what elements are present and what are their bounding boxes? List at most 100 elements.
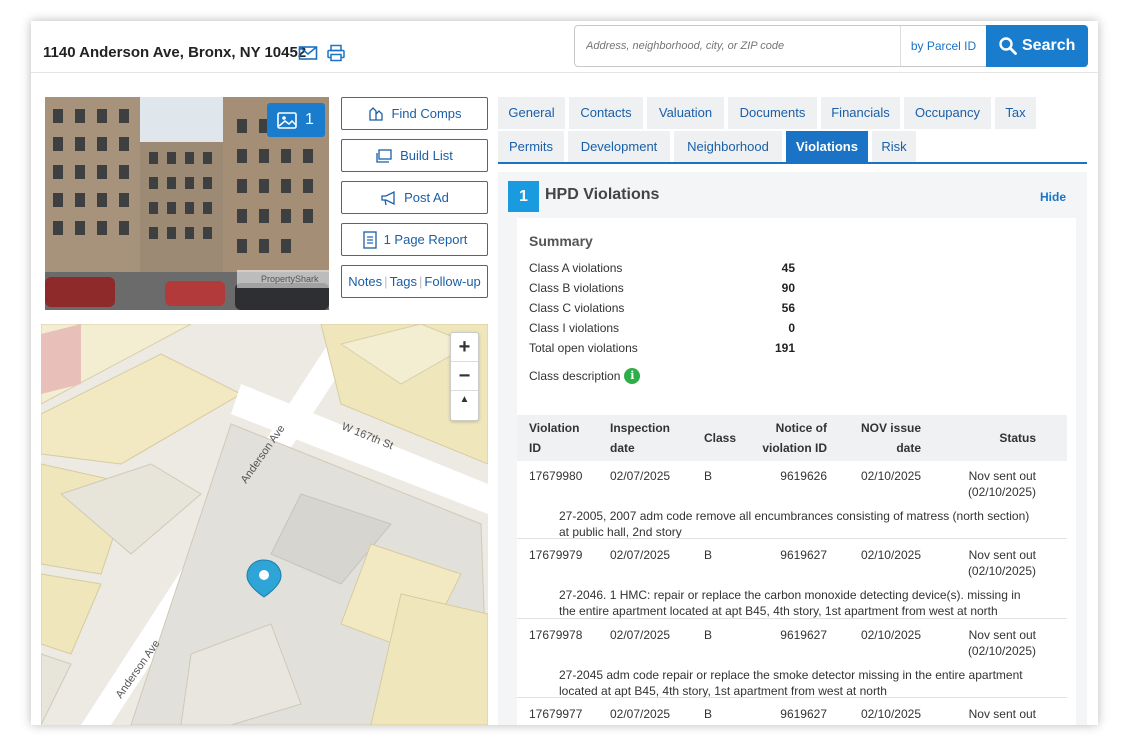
watermark-label: PropertyShark [261,274,319,284]
hpd-violations-panel: 1 HPD Violations Hide Summary Class A vi… [498,172,1087,725]
notice-id: 9619626 [780,469,827,483]
description-line: 27-2045 adm code repair or replace the s… [559,668,1023,682]
violation-class: B [704,548,713,562]
col-inspection-date: Inspection date [610,418,670,458]
violation-class: B [704,628,713,642]
search-bar: by Parcel ID Search [574,25,1088,67]
tab-general[interactable]: General [498,97,565,129]
nov-date: 02/10/2025 [860,469,921,483]
tab-underline [498,162,1087,164]
description-line: 27-2005, 2007 adm code remove all encumb… [559,509,1030,523]
notice-id: 9619627 [780,628,827,642]
nov-date: 02/10/2025 [860,707,921,721]
description-line: the entire apartment located at apt B45,… [559,604,998,618]
inspection-date: 02/07/2025 [610,548,671,562]
header-text: date [896,441,921,455]
violation-class: B [704,707,713,721]
violation-description: 27-2005, 2007 adm code remove all encumb… [559,508,1049,540]
photo-count-badge[interactable]: 1 [267,103,325,137]
col-class: Class [704,431,737,445]
violation-id: 17679980 [529,469,583,483]
class-description: Class description i [529,368,641,384]
tab-documents[interactable]: Documents [728,97,817,129]
tab-financials[interactable]: Financials [821,97,900,129]
zoom-out-button[interactable]: − [451,362,478,391]
header-text: NOV issue [860,421,921,435]
violation-class: B [704,469,713,483]
summary-value: 56 [781,301,795,315]
separator: | [419,274,423,289]
status-date: (02/10/2025) [967,644,1036,658]
table-header: Violation ID Inspection date Class Notic… [517,415,1067,461]
compass-icon[interactable]: ▲ [451,391,478,420]
summary-label: Class A violations [529,261,623,275]
header-text: ID [529,441,541,455]
status: Nov sent out (02/10/2025) [936,468,1036,500]
photo-count-value: 1 [305,111,314,128]
compare-icon [369,106,384,121]
summary-row: Class I violations 0 [529,321,795,339]
tab-neighborhood[interactable]: Neighborhood [674,131,782,163]
summary-label: Class B violations [529,281,624,295]
tab-occupancy[interactable]: Occupancy [904,97,991,129]
search-input[interactable] [575,26,900,66]
row-divider [517,618,1067,619]
printer-icon[interactable] [326,44,346,62]
summary-row: Class C violations 56 [529,301,795,319]
stack-icon [376,148,392,163]
photo-watermark: PropertyShark [237,270,329,288]
property-map[interactable]: Anderson Ave W 167th St Anderson Ave + −… [41,324,488,725]
tab-violations[interactable]: Violations [786,131,868,163]
violations-content: Summary Class A violations 45 Class B vi… [517,218,1076,725]
violation-description: 27-2045 adm code repair or replace the s… [559,667,1049,699]
tab-permits[interactable]: Permits [498,131,564,163]
summary-row: Class B violations 90 [529,281,795,299]
zoom-in-button[interactable]: + [451,333,478,362]
property-address: 1140 Anderson Ave, Bronx, NY 10452 [43,44,307,61]
search-button-label: Search [1022,37,1076,54]
section-title: HPD Violations [545,186,660,203]
find-comps-button[interactable]: Find Comps [341,97,488,130]
build-list-button[interactable]: Build List [341,139,488,172]
follow-up-link[interactable]: Follow-up [424,274,480,289]
tab-tax[interactable]: Tax [995,97,1036,129]
violation-id: 17679979 [529,548,583,562]
page-report-label: 1 Page Report [383,232,468,247]
notice-id: 9619627 [780,707,827,721]
info-icon[interactable]: i [624,368,641,384]
tags-link[interactable]: Tags [390,274,417,289]
summary-label: Class I violations [529,321,620,335]
notes-link[interactable]: Notes [348,274,382,289]
post-ad-button[interactable]: Post Ad [341,181,488,214]
photos-icon [277,112,297,129]
tab-development[interactable]: Development [568,131,670,163]
find-comps-label: Find Comps [391,106,462,121]
tab-contacts[interactable]: Contacts [569,97,643,129]
violation-id: 17679978 [529,628,583,642]
envelope-icon[interactable] [298,44,318,62]
app-window: 1140 Anderson Ave, Bronx, NY 10452 by Pa… [31,21,1098,725]
status-text: Nov sent out [968,628,1036,642]
page-report-button[interactable]: 1 Page Report [341,223,488,256]
status-text: Nov sent out [968,548,1036,562]
violation-description: 27-2046. 1 HMC: repair or replace the ca… [559,587,1049,619]
col-status: Status [999,431,1036,445]
summary-label: Total open violations [529,341,638,355]
search-button[interactable]: Search [986,25,1088,67]
map-canvas: Anderson Ave W 167th St Anderson Ave [41,324,488,725]
tab-risk[interactable]: Risk [872,131,916,163]
hide-section-link[interactable]: Hide [1040,190,1066,204]
summary-label: Class C violations [529,301,625,315]
summary-value: 191 [774,341,795,355]
notes-tags-followup-button[interactable]: Notes | Tags | Follow-up [341,265,488,298]
nov-date: 02/10/2025 [860,548,921,562]
status-text: Nov sent out [968,707,1036,721]
map-zoom-control: + − ▲ [450,332,479,421]
parcel-id-toggle[interactable]: by Parcel ID [900,26,986,66]
row-divider [517,538,1067,539]
inspection-date: 02/07/2025 [610,469,671,483]
section-number-badge: 1 [508,181,539,212]
tab-valuation[interactable]: Valuation [647,97,724,129]
property-photo[interactable]: 1 PropertyShark [45,97,329,310]
status-date: (02/10/2025) [967,485,1036,499]
